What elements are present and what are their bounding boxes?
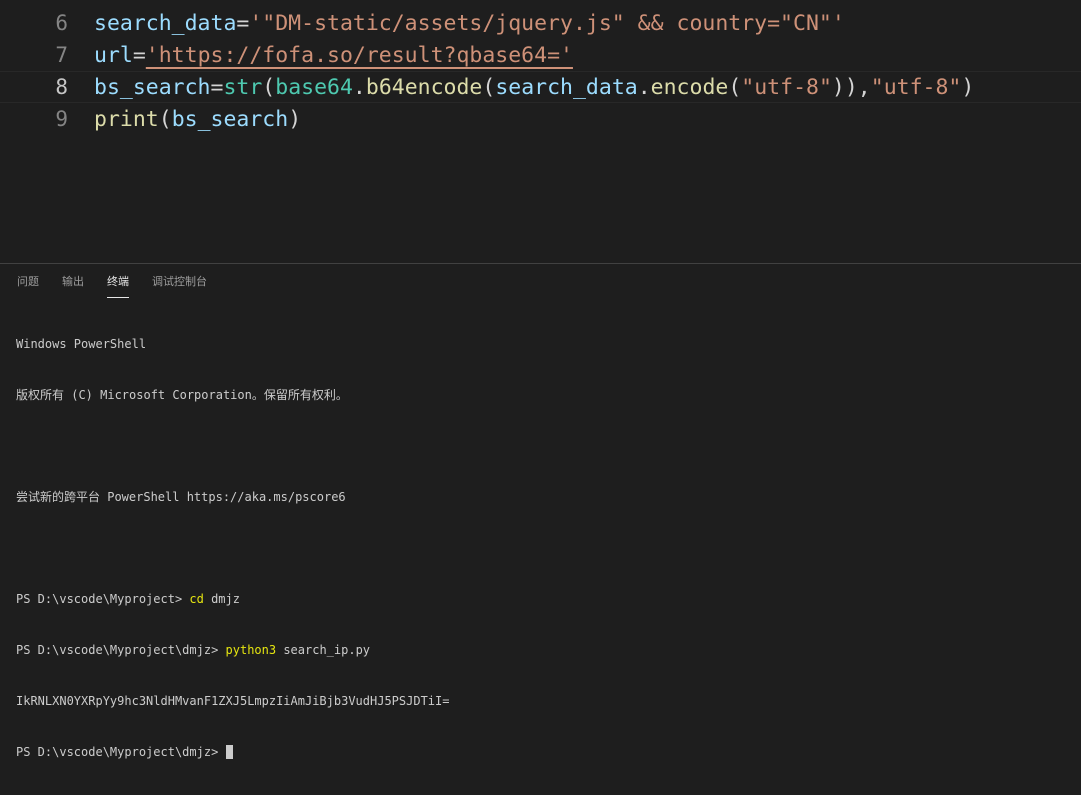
terminal-prompt: PS D:\vscode\Myproject\dmjz> — [16, 745, 226, 759]
bottom-panel: 问题 输出 终端 调试控制台 Windows PowerShell 版权所有 (… — [0, 263, 1081, 759]
token-string: "utf-8" — [870, 74, 962, 100]
token-variable: url — [94, 42, 133, 68]
terminal-argument: dmjz — [203, 592, 240, 606]
line-number: 8 — [55, 75, 68, 99]
line-number: 6 — [55, 11, 68, 35]
terminal-prompt: PS D:\vscode\Myproject> — [16, 592, 190, 606]
code-line-9[interactable]: 9 print(bs_search) — [0, 103, 1081, 135]
token-function: print — [94, 106, 159, 132]
token-dot: . — [352, 74, 366, 100]
token-paren: ) — [288, 106, 302, 132]
terminal-command: python3 — [225, 643, 277, 657]
code-editor[interactable]: 6 search_data='"DM-static/assets/jquery.… — [0, 0, 1081, 263]
token-variable: bs_search — [94, 74, 211, 100]
token-paren: ( — [158, 106, 172, 132]
token-variable: search_data — [94, 10, 237, 36]
line-number: 9 — [55, 107, 68, 131]
token-string: "utf-8" — [741, 74, 832, 100]
token-string-url[interactable]: 'https://fofa.so/result?qbase64=' — [146, 43, 573, 68]
token-paren: )), — [831, 74, 871, 100]
terminal-line: PS D:\vscode\Myproject\dmjz> python3 sea… — [16, 642, 449, 659]
terminal-line: Windows PowerShell — [16, 337, 147, 351]
code-text: print(bs_search) — [94, 107, 301, 132]
terminal-line: IkRNLXN0YXRpYy9hc3NldHMvanF1ZXJ5LmpzIiAm… — [16, 694, 450, 708]
tab-terminal[interactable]: 终端 — [107, 264, 129, 298]
terminal-line: 尝试新的跨平台 PowerShell https://aka.ms/pscore… — [16, 490, 346, 504]
token-function: b64encode — [365, 74, 483, 100]
line-number: 7 — [55, 43, 68, 67]
terminal-line: PS D:\vscode\Myproject\dmjz> — [16, 744, 449, 761]
token-paren: ) — [961, 74, 975, 100]
token-builtin: str — [223, 74, 263, 100]
code-line-8[interactable]: 8 bs_search=str(base64.b64encode(search_… — [0, 71, 1081, 103]
terminal-output[interactable]: Windows PowerShell 版权所有 (C) Microsoft Co… — [16, 302, 449, 795]
terminal-line: PS D:\vscode\Myproject> cd dmjz — [16, 591, 449, 608]
token-paren: ( — [728, 74, 742, 100]
panel-tabs: 问题 输出 终端 调试控制台 — [0, 264, 230, 298]
code-line-7[interactable]: 7 url='https://fofa.so/result?qbase64=' — [0, 39, 1081, 71]
token-variable: search_data — [495, 74, 638, 100]
token-string: '"DM-static/assets/jquery.js" && country… — [249, 10, 845, 36]
terminal-cursor[interactable] — [225, 745, 233, 759]
code-text: url='https://fofa.so/result?qbase64=' — [94, 43, 573, 68]
code-text: search_data='"DM-static/assets/jquery.js… — [94, 11, 845, 36]
token-variable: bs_search — [171, 106, 289, 132]
tab-output[interactable]: 输出 — [62, 264, 84, 298]
terminal-line: 版权所有 (C) Microsoft Corporation。保留所有权利。 — [16, 388, 348, 402]
tab-problems[interactable]: 问题 — [17, 264, 39, 298]
code-text: bs_search=str(base64.b64encode(search_da… — [94, 75, 974, 100]
token-operator: = — [132, 42, 146, 68]
terminal-prompt: PS D:\vscode\Myproject\dmjz> — [16, 643, 226, 657]
token-function: encode — [650, 74, 729, 100]
tab-debug-console[interactable]: 调试控制台 — [152, 264, 207, 298]
code-line-6[interactable]: 6 search_data='"DM-static/assets/jquery.… — [0, 7, 1081, 39]
terminal-argument: search_ip.py — [276, 643, 371, 657]
token-paren: ( — [482, 74, 496, 100]
terminal-command: cd — [189, 592, 204, 606]
token-operator: = — [236, 10, 250, 36]
token-dot: . — [637, 74, 651, 100]
token-paren: ( — [262, 74, 276, 100]
token-module: base64 — [275, 74, 353, 100]
token-operator: = — [210, 74, 224, 100]
